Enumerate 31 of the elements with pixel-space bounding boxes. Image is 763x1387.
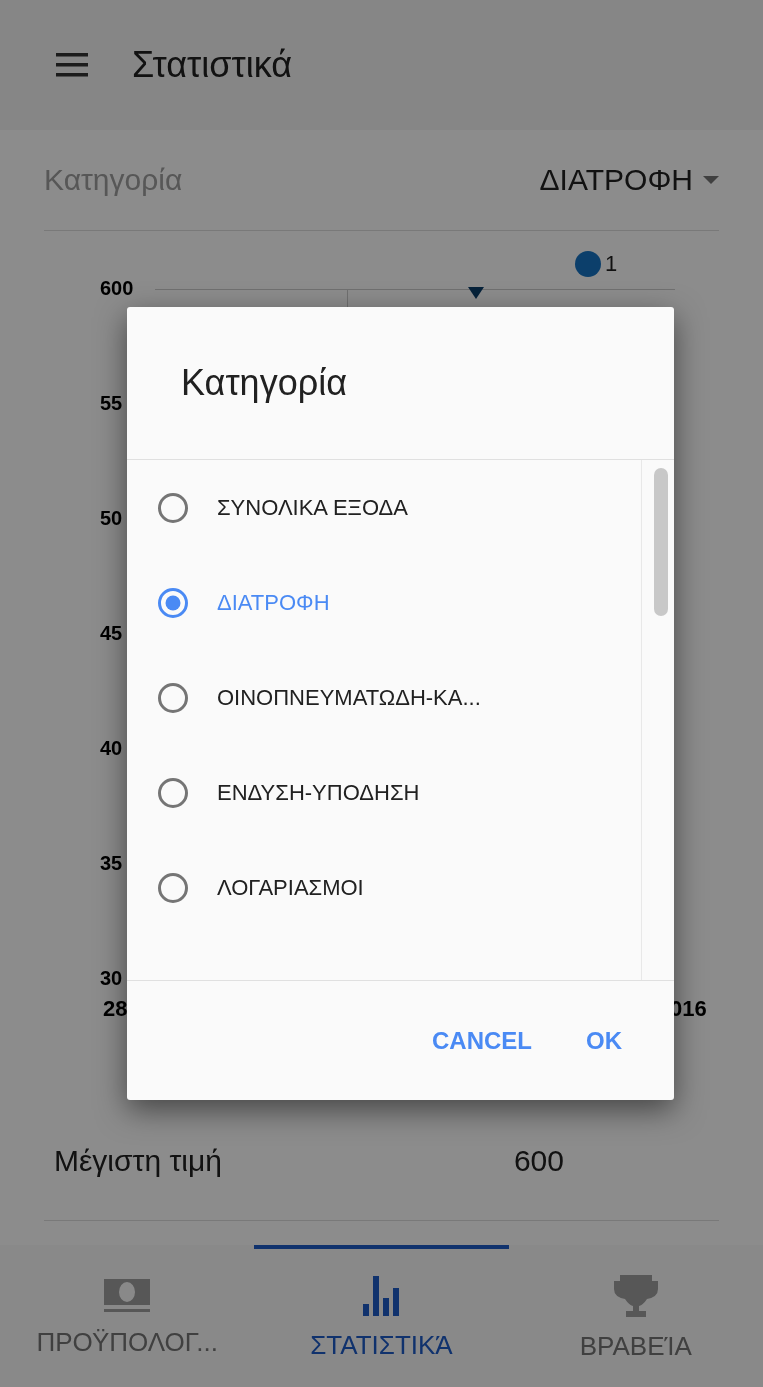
nav-tab[interactable]: ΠΡΟΫΠΟΛΟΓ... bbox=[0, 1245, 255, 1387]
banknote-icon bbox=[104, 1278, 151, 1313]
y-axis-label: 45 bbox=[100, 622, 123, 645]
caret-icon bbox=[703, 176, 719, 184]
scrollbar-thumb[interactable] bbox=[654, 468, 668, 616]
nav-tab[interactable]: ΣΤΑΤΙΣΤΙΚΆ bbox=[254, 1245, 509, 1387]
category-option[interactable]: ΣΥΝΟΛΙΚΑ ΕΞΟΔΑ bbox=[127, 460, 607, 555]
category-option[interactable]: ΕΝΔΥΣΗ-ΥΠΟΔΗΣΗ bbox=[127, 745, 607, 840]
y-axis-label: 55 bbox=[100, 392, 123, 415]
nav-tab[interactable]: ΒΡΑΒΕΊΑ bbox=[508, 1245, 763, 1387]
category-dropdown[interactable]: ΔΙΑΤΡΟΦΗ bbox=[539, 163, 719, 197]
max-value-label: Μέγιστη τιμή bbox=[54, 1143, 222, 1178]
y-axis-label: 600 bbox=[100, 277, 134, 300]
dialog-title: Κατηγορία bbox=[127, 307, 674, 460]
legend-label: 1 bbox=[605, 251, 618, 277]
category-option[interactable]: ΛΟΓΑΡΙΑΣΜΟΙ bbox=[127, 840, 607, 935]
y-axis-label: 50 bbox=[100, 507, 123, 530]
data-point-marker bbox=[468, 287, 484, 299]
y-axis-label: 40 bbox=[100, 737, 123, 760]
trophy-icon bbox=[613, 1274, 658, 1317]
x-axis-label: 28 bbox=[103, 996, 128, 1022]
y-axis-label: 35 bbox=[100, 852, 123, 875]
menu-icon[interactable] bbox=[56, 53, 88, 77]
category-option[interactable]: ΔΙΑΤΡΟΦΗ bbox=[127, 555, 607, 650]
category-option[interactable]: ΟΙΝΟΠΝΕΥΜΑΤΩΔΗ-ΚΑ... bbox=[127, 650, 607, 745]
max-value: 600 bbox=[513, 1143, 564, 1178]
dialog-button[interactable]: OK bbox=[574, 1018, 634, 1063]
y-axis-label: 30 bbox=[100, 967, 123, 990]
dialog-button[interactable]: CANCEL bbox=[420, 1018, 544, 1063]
app-title: Στατιστικά bbox=[132, 44, 293, 86]
bar-chart-icon bbox=[363, 1275, 400, 1316]
